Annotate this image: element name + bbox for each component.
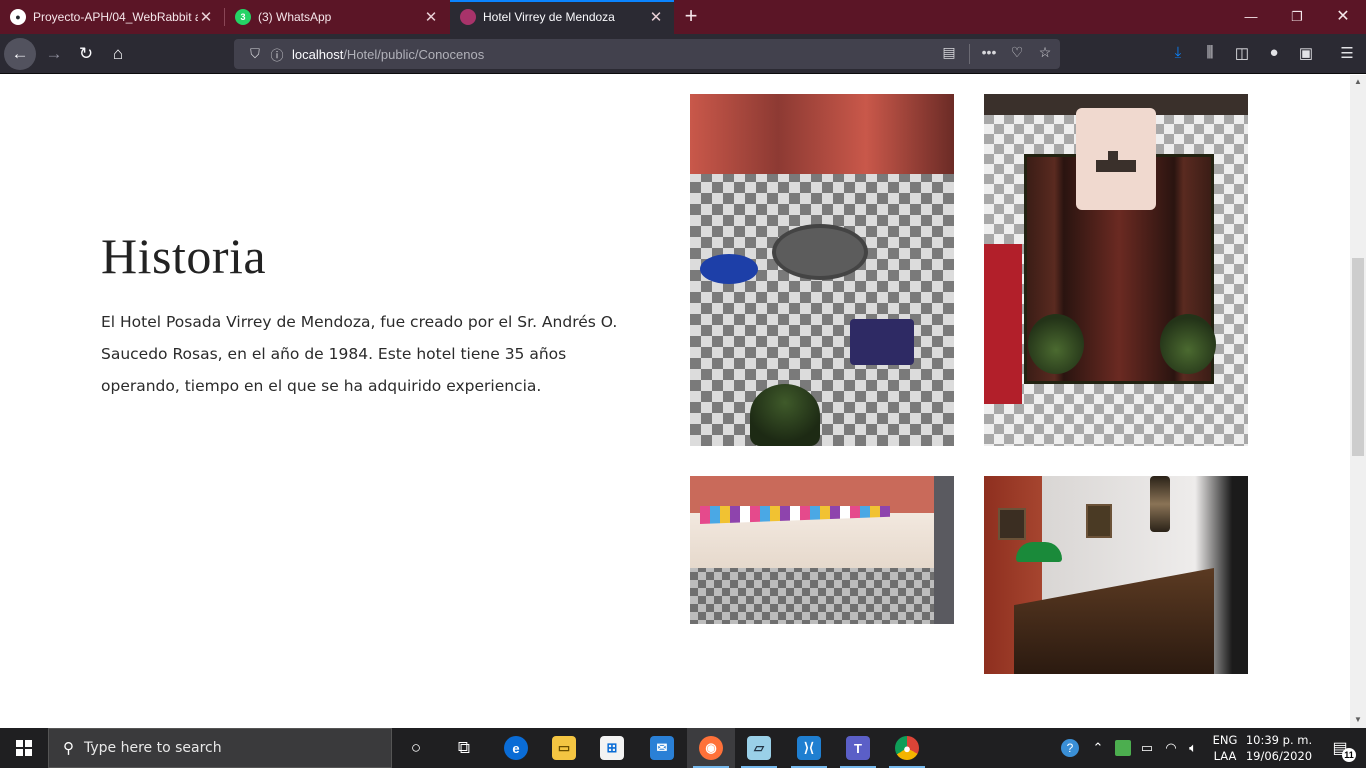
extension-icon[interactable]: ▣	[1295, 44, 1317, 64]
task-view-icon[interactable]: ⧉	[440, 728, 488, 768]
reception-desk	[1014, 568, 1214, 674]
scroll-up-arrow-icon[interactable]: ▲	[1350, 75, 1366, 89]
wifi-icon[interactable]: ◠	[1160, 728, 1182, 768]
language-indicator[interactable]: ENG LAA	[1205, 732, 1245, 764]
app-tray-icon[interactable]	[1112, 728, 1134, 768]
sidebar-icon[interactable]: ◫	[1231, 44, 1253, 64]
bookmark-star-icon[interactable]: ☆	[1034, 44, 1056, 64]
help-tray-icon[interactable]: ?	[1058, 728, 1082, 768]
papel-picado-flags	[700, 506, 890, 524]
close-tab-icon[interactable]: ✕	[648, 8, 664, 26]
show-hidden-icons-icon[interactable]: ⌃	[1088, 728, 1108, 768]
forward-button[interactable]: →	[38, 38, 70, 70]
green-bankers-lamp	[1016, 542, 1062, 562]
home-button[interactable]: ⌂	[102, 38, 134, 70]
wall-picture	[998, 508, 1026, 540]
site-favicon-icon	[460, 9, 476, 25]
file-explorer-icon[interactable]: ▭	[540, 728, 588, 768]
close-tab-icon[interactable]: ✕	[198, 8, 214, 26]
tab-title: Hotel Virrey de Mendoza	[483, 10, 615, 24]
entrance-door-photo	[984, 94, 1248, 446]
notification-count: 11	[1342, 748, 1356, 762]
whatsapp-icon: 3	[235, 9, 251, 25]
firefox-icon[interactable]: ◉	[687, 728, 735, 768]
page-actions-icon[interactable]: •••	[978, 44, 1000, 64]
tracking-shield-icon[interactable]: ⛉	[244, 46, 266, 62]
store-icon[interactable]: ⊞	[588, 728, 636, 768]
close-tab-icon[interactable]: ✕	[423, 8, 439, 26]
url-divider	[969, 44, 970, 64]
scrollbar-thumb[interactable]	[1352, 258, 1364, 456]
search-icon: ⚲	[63, 740, 74, 757]
wall-picture	[1086, 504, 1112, 538]
pocket-icon[interactable]: ♡	[1006, 44, 1028, 64]
page-viewport: Historia El Hotel Posada Virrey de Mendo…	[0, 75, 1350, 728]
battery-icon[interactable]: ▭	[1136, 728, 1158, 768]
github-icon: ●	[10, 9, 26, 25]
history-paragraph: El Hotel Posada Virrey de Mendoza, fue c…	[101, 313, 618, 395]
scroll-down-arrow-icon[interactable]: ▼	[1350, 713, 1366, 727]
table-with-cloth	[850, 319, 914, 365]
notepad-icon[interactable]: ▱	[735, 728, 783, 768]
downloads-icon[interactable]: ⤓	[1167, 44, 1189, 64]
tab-github[interactable]: ● Proyecto-APH/04_WebRabbit a ✕	[0, 0, 224, 34]
tab-whatsapp[interactable]: 3 (3) WhatsApp ✕	[225, 0, 449, 34]
system-clock[interactable]: 10:39 p. m. 19/06/2020	[1244, 732, 1314, 764]
wall-lantern	[1150, 476, 1170, 532]
browser-tab-strip: ● Proyecto-APH/04_WebRabbit a ✕ 3 (3) Wh…	[0, 0, 1366, 34]
red-cabinet	[984, 244, 1022, 404]
reception-desk-photo	[984, 476, 1248, 674]
potted-plant-right	[1160, 314, 1216, 374]
windows-logo-icon	[16, 740, 32, 756]
clock-time: 10:39 p. m.	[1245, 733, 1313, 747]
cortana-icon[interactable]: ○	[392, 728, 440, 768]
reload-button[interactable]: ↻	[70, 38, 102, 70]
new-tab-button[interactable]: +	[678, 0, 704, 34]
reader-view-icon[interactable]: ▤	[938, 44, 960, 64]
fountain	[772, 224, 868, 280]
courtyard-fountain-photo	[690, 94, 954, 446]
navigation-toolbar: ← → ↻ ⌂ ⛉ ⓘ localhost/Hotel/public/Conoc…	[0, 34, 1366, 74]
close-window-button[interactable]: ✕	[1320, 0, 1366, 34]
site-info-icon[interactable]: ⓘ	[266, 45, 288, 64]
taskbar-search-box[interactable]: ⚲ Type here to search	[48, 728, 392, 768]
url-path: /Hotel/public/Conocenos	[343, 46, 485, 62]
language-code: ENG	[1212, 733, 1238, 747]
library-icon[interactable]: ⫼	[1199, 44, 1221, 64]
windows-taskbar: ⚲ Type here to search ○ ⧉ e ▭ ⊞ ✉ ◉ ▱ ⟩⟨…	[0, 728, 1366, 768]
page-heading: Historia	[101, 228, 267, 284]
back-button[interactable]: ←	[4, 38, 36, 70]
account-icon[interactable]: ●	[1263, 44, 1285, 64]
edge-icon[interactable]: e	[492, 728, 540, 768]
stone-pillar	[934, 476, 954, 624]
notification-center-button[interactable]: ▤ 11	[1320, 728, 1360, 768]
tab-title: Proyecto-APH/04_WebRabbit a	[33, 10, 198, 24]
url-bar[interactable]: ⛉ ⓘ localhost/Hotel/public/Conocenos ▤ •…	[234, 39, 1060, 69]
search-placeholder: Type here to search	[84, 740, 222, 756]
clock-date: 19/06/2020	[1245, 749, 1313, 763]
potted-plant-left	[1028, 314, 1084, 374]
teams-icon[interactable]: T	[834, 728, 882, 768]
tab-title: (3) WhatsApp	[258, 10, 332, 24]
tab-hotel-virrey[interactable]: Hotel Virrey de Mendoza ✕	[450, 0, 674, 34]
keyboard-layout: LAA	[1213, 749, 1237, 763]
vscode-icon[interactable]: ⟩⟨	[785, 728, 833, 768]
blue-table	[700, 254, 758, 284]
chrome-icon[interactable]: ●	[883, 728, 931, 768]
whatsapp-badge: 3	[240, 12, 246, 22]
minimize-button[interactable]: —	[1228, 0, 1274, 34]
restore-button[interactable]: ❐	[1274, 0, 1320, 34]
courtyard-dining-photo	[690, 476, 954, 624]
menu-icon[interactable]: ☰	[1336, 44, 1358, 64]
mail-icon[interactable]: ✉	[638, 728, 686, 768]
url-host: localhost	[292, 46, 344, 62]
volume-icon[interactable]: 🔈︎	[1182, 728, 1204, 768]
url-text[interactable]: localhost/Hotel/public/Conocenos	[292, 47, 484, 62]
hanging-sign	[1076, 108, 1156, 210]
start-button[interactable]	[0, 728, 48, 768]
